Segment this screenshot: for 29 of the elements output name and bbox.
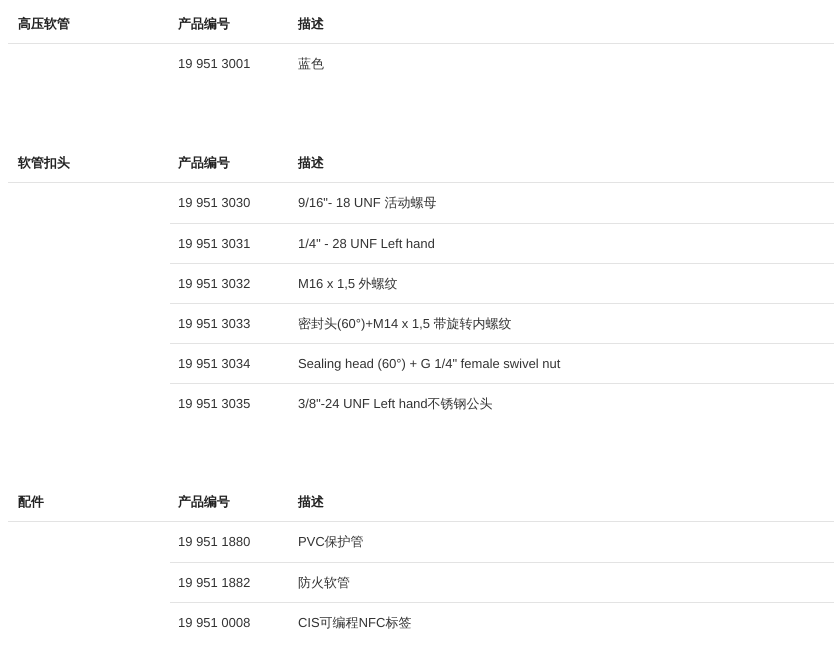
product-description: 蓝色 <box>297 55 324 74</box>
product-number: 19 951 3001 <box>177 55 250 74</box>
product-number: 19 951 3034 <box>177 354 250 373</box>
product-number: 19 951 3030 <box>177 194 250 212</box>
product-description: 1/4" - 28 UNF Left hand <box>297 234 435 253</box>
column-header: 产品编号 <box>177 154 230 172</box>
product-description: 密封头(60°)+M14 x 1,5 带旋转内螺纹 <box>297 314 512 333</box>
product-description: 防火软管 <box>297 574 350 592</box>
column-header: 产品编号 <box>177 492 230 511</box>
product-number: 19 951 1882 <box>177 574 250 592</box>
product-number: 19 951 0008 <box>177 614 250 632</box>
product-description: 3/8"-24 UNF Left hand不锈钢公头 <box>297 394 493 413</box>
section-title: 高压软管 <box>17 14 71 33</box>
column-header: 描述 <box>296 14 324 33</box>
product-description: CIS可编程NFC标签 <box>297 614 412 632</box>
product-description: M16 x 1,5 外螺纹 <box>297 274 398 293</box>
column-header: 描述 <box>296 492 324 511</box>
product-number: 19 951 3032 <box>177 274 250 293</box>
product-number: 19 951 3035 <box>177 394 250 413</box>
section-title: 配件 <box>17 492 45 511</box>
column-header: 描述 <box>296 154 324 172</box>
product-description: Sealing head (60°) + G 1/4" female swivel nut <box>297 354 560 373</box>
product-number: 19 951 3031 <box>177 234 250 253</box>
product-number: 19 951 3033 <box>177 314 250 333</box>
section-title: 软管扣头 <box>16 154 71 172</box>
product-number: 19 951 1880 <box>177 533 250 552</box>
product-description: 9/16"- 18 UNF 活动螺母 <box>297 194 436 212</box>
column-header: 产品编号 <box>177 14 230 33</box>
product-description: PVC保护管 <box>297 533 364 552</box>
